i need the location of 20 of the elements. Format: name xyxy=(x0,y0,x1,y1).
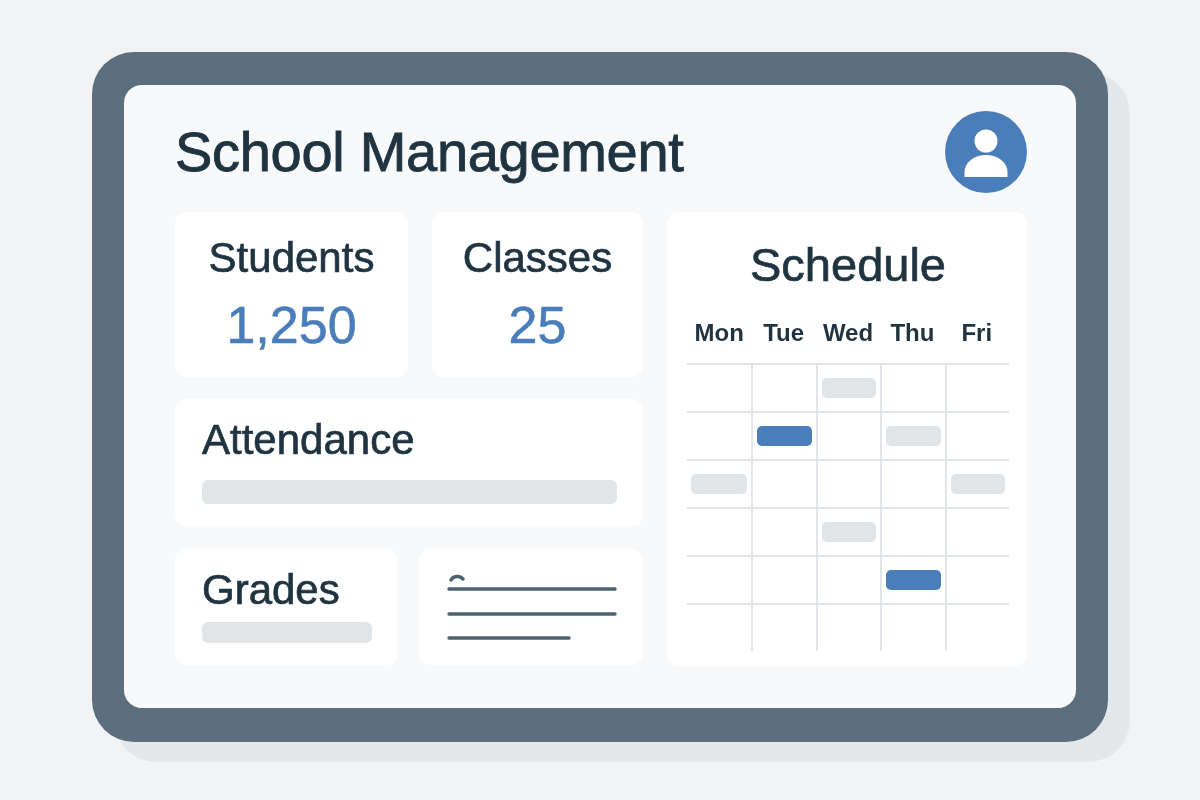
calendar-cell xyxy=(751,555,816,604)
calendar-cell xyxy=(944,603,1009,652)
day-label: Tue xyxy=(763,318,805,349)
stat-label: Classes xyxy=(462,233,613,284)
day-label: Mon xyxy=(694,318,744,349)
user-avatar-icon[interactable] xyxy=(945,111,1027,193)
stat-label: Students xyxy=(208,233,375,284)
day-label: Fri xyxy=(961,318,993,349)
calendar-cell xyxy=(815,603,881,652)
card-label: Grades xyxy=(202,565,341,615)
calendar-cell xyxy=(751,603,816,652)
text-lines-icon xyxy=(447,572,617,642)
card-label: Attendance xyxy=(202,415,416,465)
stat-value: 1,250 xyxy=(226,294,357,356)
stat-value: 25 xyxy=(508,294,567,356)
calendar-cell xyxy=(944,363,1009,412)
schedule-title: Schedule xyxy=(749,237,947,293)
app-title: School Management xyxy=(175,121,684,183)
day-label: Wed xyxy=(822,318,874,349)
day-label: Thu xyxy=(890,318,935,349)
